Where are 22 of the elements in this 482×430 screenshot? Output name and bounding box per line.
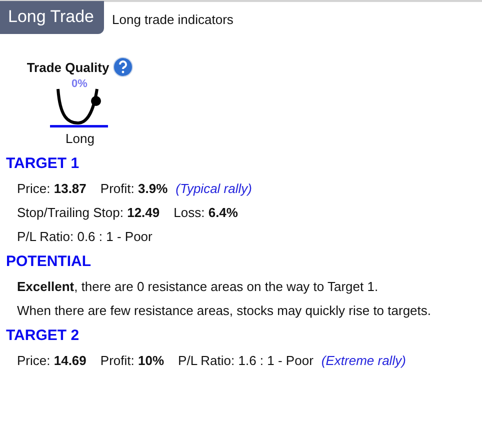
value-text: Price: 14.69	[17, 353, 86, 368]
value-text: Stop/Trailing Stop: 12.49	[17, 205, 160, 220]
info-text: When there are few resistance areas, stocks may quickly rise to targets.	[17, 303, 432, 318]
quality-caption: Long	[66, 131, 94, 146]
info-text: Excellent, there are 0 resistance areas on the way to Target 1.	[17, 279, 378, 294]
note-text: (Extreme rally)	[321, 353, 406, 368]
value-text: Loss: 6.4%	[174, 205, 238, 220]
section-heading: TARGET 2	[6, 327, 80, 344]
quality-title: Trade Quality	[26, 60, 110, 74]
help-icon[interactable]	[113, 57, 134, 77]
value-text: Price: 13.87	[17, 181, 86, 196]
section-heading: TARGET 1	[6, 155, 80, 172]
info-text: P/L Ratio: 1.6 : 1 - Poor	[178, 353, 314, 368]
note-text: (Typical rally)	[176, 181, 252, 196]
tab[interactable]: Long Trade	[0, 1, 104, 34]
value-text: Profit: 10%	[100, 353, 164, 368]
info-text: P/L Ratio: 0.6 : 1 - Poor	[17, 229, 152, 244]
section-heading: POTENTIAL	[6, 253, 92, 270]
gauge-drawing	[50, 87, 110, 129]
subtitle: Long trade indicators	[112, 12, 234, 27]
value-text: Profit: 3.9%	[100, 181, 168, 196]
quality-percent: 0%	[72, 78, 88, 90]
